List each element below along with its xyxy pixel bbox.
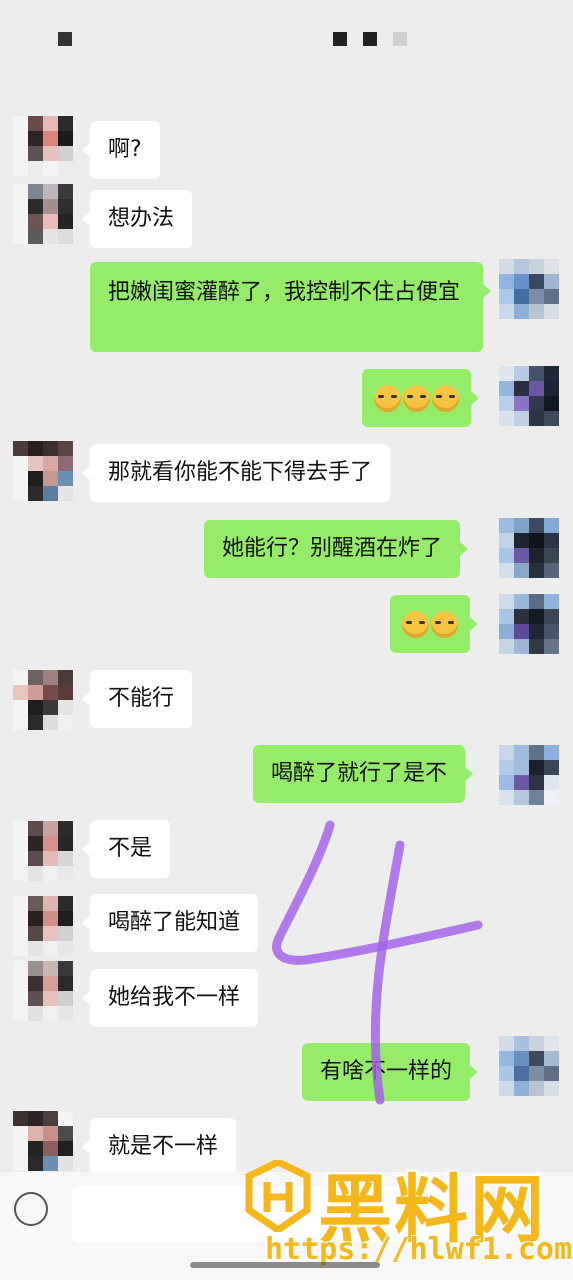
doge-emoji-icon xyxy=(431,610,458,638)
doge-emoji-icon xyxy=(432,384,459,412)
status-indicator xyxy=(393,32,407,46)
incoming-message[interactable]: 那就看你能不能下得去手了 xyxy=(81,444,391,502)
voice-icon[interactable] xyxy=(14,1192,48,1226)
outgoing-message[interactable]: 把嫩闺蜜灌醉了，我控制不住占便宜 xyxy=(90,262,491,352)
status-indicator xyxy=(58,32,72,46)
outgoing-message[interactable]: 她能行？别醒酒在炸了 xyxy=(204,520,469,578)
doge-emoji-icon xyxy=(403,384,430,412)
home-indicator[interactable] xyxy=(190,1262,380,1268)
incoming-message[interactable]: 啊? xyxy=(82,121,160,179)
outgoing-message[interactable]: 有啥不一样的 xyxy=(302,1043,479,1101)
incoming-message[interactable]: 就是不一样 xyxy=(81,1118,237,1176)
user-avatar[interactable] xyxy=(499,594,559,654)
doge-emoji-icon xyxy=(374,384,401,412)
user-avatar[interactable] xyxy=(499,745,559,805)
user-avatar[interactable] xyxy=(499,259,559,319)
contact-avatar[interactable] xyxy=(13,821,73,881)
contact-avatar[interactable] xyxy=(13,441,73,501)
incoming-message[interactable]: 她给我不一样 xyxy=(81,969,259,1027)
status-bar xyxy=(0,0,573,80)
incoming-message[interactable]: 不是 xyxy=(81,820,171,878)
user-avatar[interactable] xyxy=(499,1036,559,1096)
contact-avatar[interactable] xyxy=(13,670,73,730)
contact-avatar[interactable] xyxy=(13,184,73,244)
contact-avatar[interactable] xyxy=(13,1111,73,1171)
doge-emoji-icon xyxy=(402,610,429,638)
incoming-message[interactable]: 喝醉了能知道 xyxy=(81,894,259,952)
contact-avatar[interactable] xyxy=(13,116,73,176)
contact-avatar[interactable] xyxy=(13,961,73,1021)
user-avatar[interactable] xyxy=(499,518,559,578)
outgoing-message[interactable]: 喝醉了就行了是不 xyxy=(253,745,474,803)
status-indicator xyxy=(363,32,377,46)
contact-avatar[interactable] xyxy=(13,896,73,956)
watermark-logo-icon xyxy=(245,1160,311,1232)
outgoing-emoji-message[interactable] xyxy=(390,595,478,653)
status-indicator xyxy=(333,32,347,46)
incoming-message[interactable]: 想办法 xyxy=(81,190,193,248)
incoming-message[interactable]: 不能行 xyxy=(81,670,193,728)
outgoing-emoji-message[interactable] xyxy=(362,369,479,427)
handwritten-annotation xyxy=(272,820,483,1105)
user-avatar[interactable] xyxy=(499,366,559,426)
